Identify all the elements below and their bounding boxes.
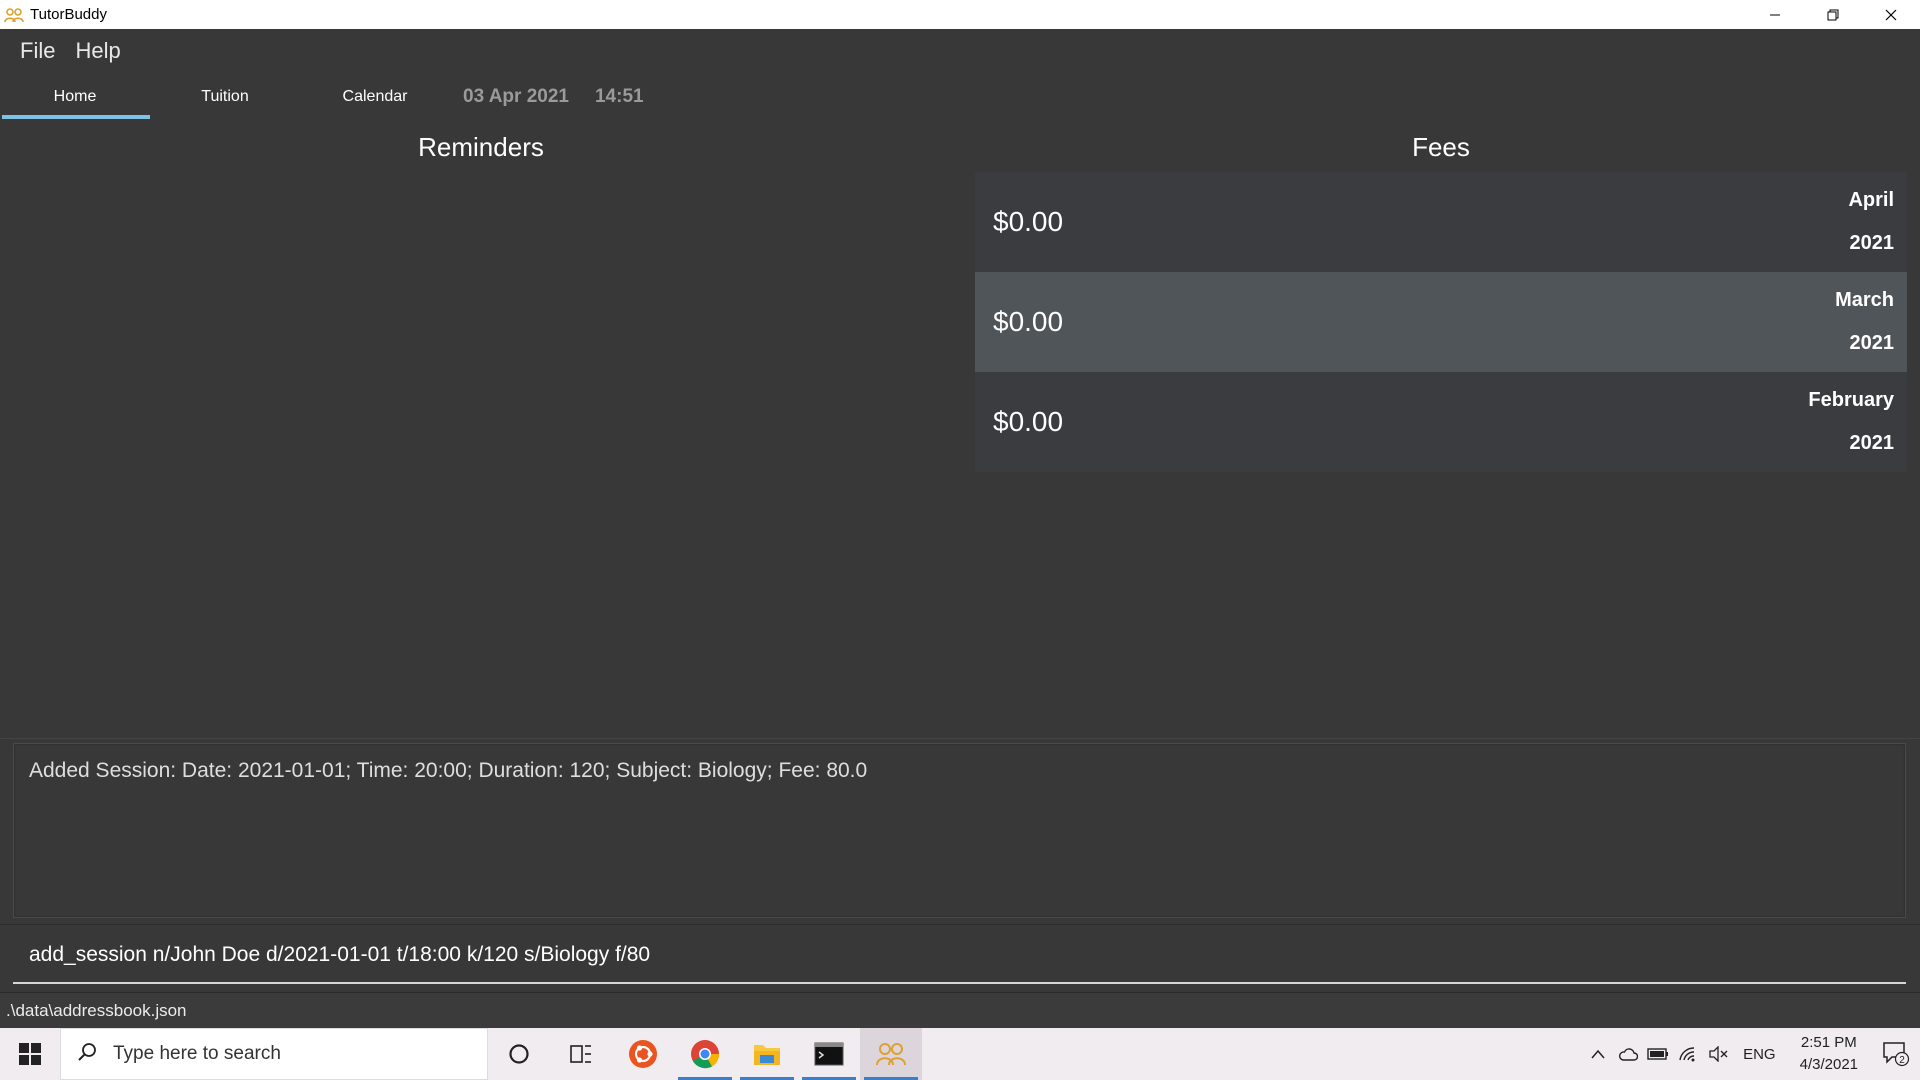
window-title: TutorBuddy — [30, 6, 107, 23]
fee-amount: $0.00 — [993, 406, 1064, 437]
window-controls — [1746, 0, 1920, 29]
notification-center-icon[interactable]: 2 — [1872, 1028, 1920, 1080]
fee-period: April 2021 — [1848, 189, 1894, 255]
tutorbuddy-app-icon — [4, 6, 24, 24]
file-explorer-icon[interactable] — [736, 1028, 798, 1080]
current-date: 03 Apr 2021 — [463, 85, 569, 107]
tutorbuddy-taskbar-icon[interactable] — [860, 1028, 922, 1080]
tab-home[interactable]: Home — [0, 73, 150, 120]
wifi-icon[interactable] — [1673, 1028, 1703, 1080]
taskbar-clock[interactable]: 2:51 PM 4/3/2021 — [1786, 1032, 1872, 1076]
cortana-icon[interactable] — [488, 1028, 550, 1080]
fee-row[interactable]: $0.00 February 2021 — [975, 372, 1907, 472]
save-location-path: .\data\addressbook.json — [6, 1000, 187, 1020]
menu-help[interactable]: Help — [65, 38, 130, 64]
chrome-icon[interactable] — [674, 1028, 736, 1080]
clock-date: 4/3/2021 — [1799, 1056, 1858, 1073]
divider — [0, 738, 1920, 739]
input-language-indicator[interactable]: ENG — [1733, 1046, 1786, 1063]
tab-bar: Home Tuition Calendar 03 Apr 2021 14:51 — [0, 73, 1920, 120]
fee-row[interactable]: $0.00 March 2021 — [975, 272, 1907, 372]
fees-list: $0.00 April 2021 $0.00 March 2021 $0.00 … — [975, 172, 1907, 472]
onedrive-cloud-icon[interactable] — [1613, 1028, 1643, 1080]
task-view-icon[interactable] — [550, 1028, 612, 1080]
fee-period: February 2021 — [1808, 389, 1894, 455]
tab-calendar[interactable]: Calendar — [300, 73, 450, 120]
date-time-display: 03 Apr 2021 14:51 — [463, 86, 644, 108]
fee-month: March — [1835, 289, 1894, 311]
fee-period: March 2021 — [1835, 289, 1894, 355]
tab-tuition[interactable]: Tuition — [150, 73, 300, 120]
search-icon — [77, 1042, 97, 1067]
menu-file[interactable]: File — [10, 38, 65, 64]
reminders-title: Reminders — [418, 132, 544, 162]
fee-month: February — [1808, 389, 1894, 411]
taskbar-search-input[interactable]: Type here to search — [60, 1028, 488, 1080]
close-button[interactable] — [1862, 0, 1920, 29]
restore-button[interactable] — [1804, 0, 1862, 29]
current-time: 14:51 — [594, 85, 644, 107]
battery-icon[interactable] — [1643, 1028, 1673, 1080]
clock-time: 2:51 PM — [1800, 1034, 1857, 1051]
chevron-up-icon[interactable] — [1583, 1028, 1613, 1080]
fee-row[interactable]: $0.00 April 2021 — [975, 172, 1907, 272]
volume-muted-icon[interactable] — [1703, 1028, 1733, 1080]
divider — [0, 924, 1920, 925]
system-tray: ENG 2:51 PM 4/3/2021 2 — [1583, 1028, 1920, 1080]
fee-amount: $0.00 — [993, 206, 1064, 237]
fee-year: 2021 — [1849, 232, 1895, 254]
status-bar: .\data\addressbook.json — [0, 992, 1920, 1028]
ubuntu-icon[interactable] — [612, 1028, 674, 1080]
search-placeholder: Type here to search — [113, 1043, 281, 1064]
minimize-button[interactable] — [1746, 0, 1804, 29]
windows-start-icon[interactable] — [0, 1028, 60, 1080]
terminal-icon[interactable] — [798, 1028, 860, 1080]
windows-taskbar: Type here to search ENG 2:51 PM 4/3/2021… — [0, 1028, 1920, 1080]
fees-title: Fees — [1412, 132, 1470, 162]
title-bar: TutorBuddy — [0, 0, 1920, 29]
fee-month: April — [1848, 189, 1894, 211]
result-display[interactable]: Added Session: Date: 2021-01-01; Time: 2… — [13, 743, 1906, 918]
fee-year: 2021 — [1849, 432, 1895, 454]
command-input[interactable]: add_session n/John Doe d/2021-01-01 t/18… — [13, 928, 1906, 984]
fee-amount: $0.00 — [993, 306, 1064, 337]
fee-year: 2021 — [1849, 332, 1895, 354]
notification-count: 2 — [1899, 1055, 1905, 1066]
menu-bar: File Help — [0, 29, 1920, 73]
